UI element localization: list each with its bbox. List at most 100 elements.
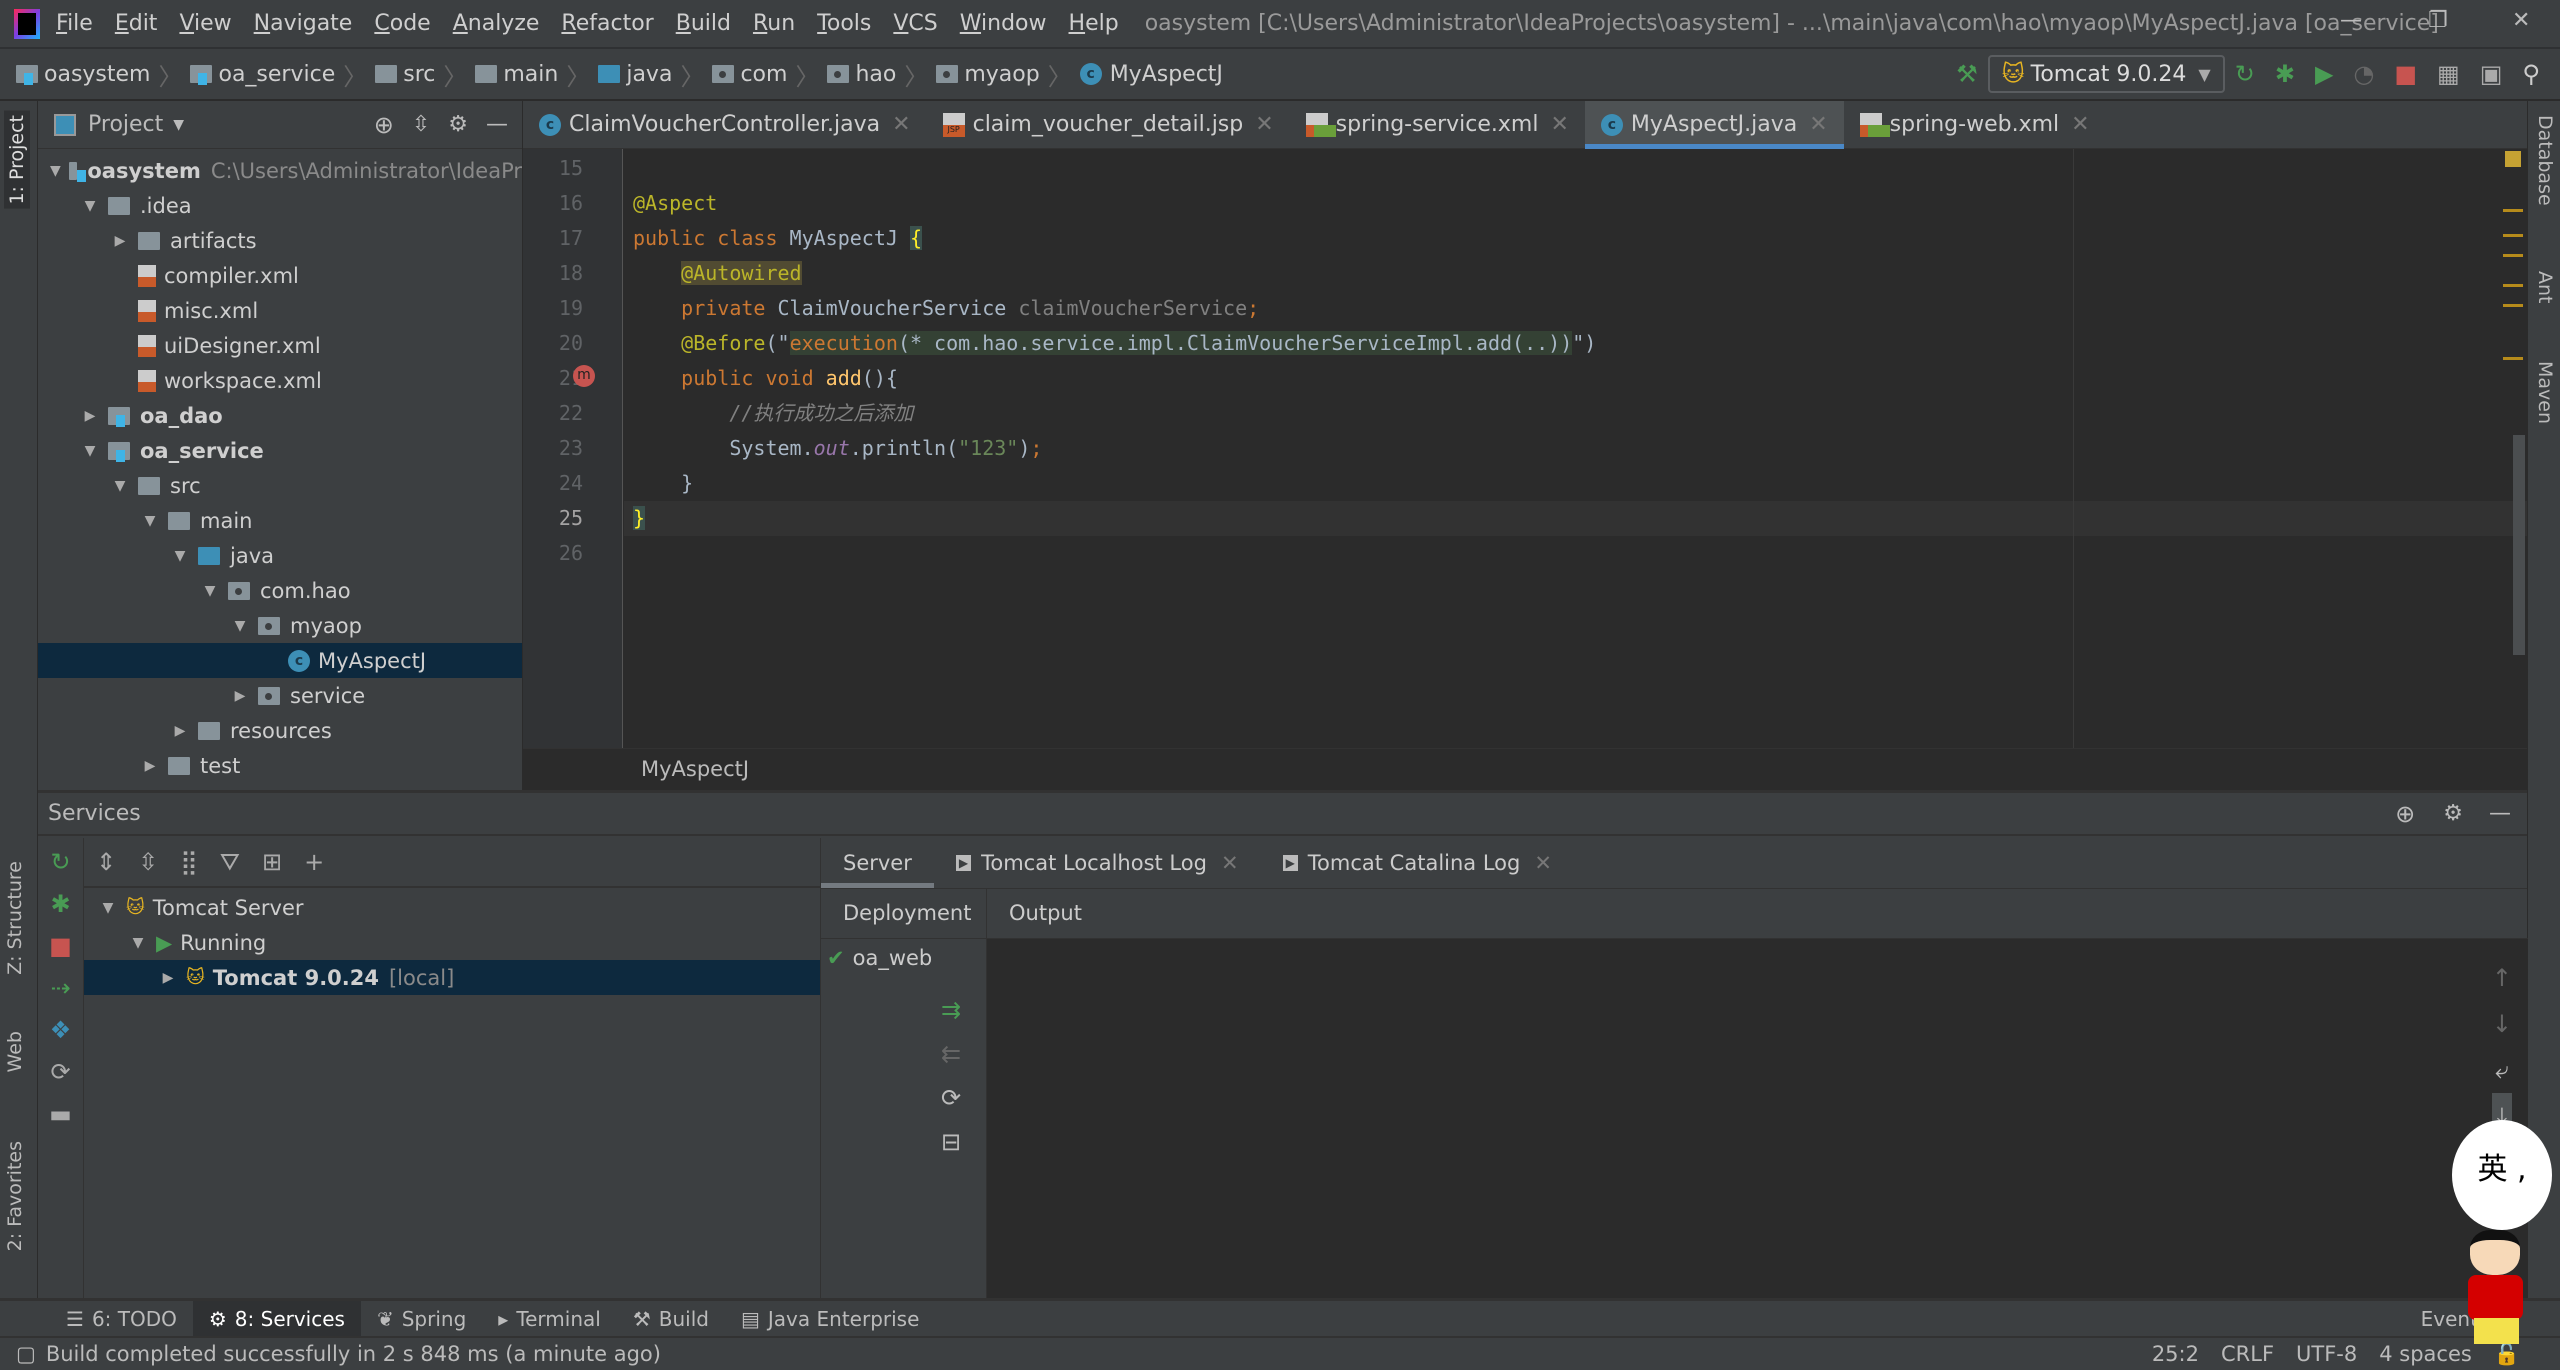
breadcrumb-item[interactable]: myaop 〉 [936, 57, 1079, 92]
deployment-item[interactable]: ✔ oa_web [821, 940, 986, 976]
toggle-tool-windows-icon[interactable]: ▢ [16, 1342, 36, 1366]
service-tab[interactable]: Server [821, 838, 934, 888]
tree-item[interactable]: ▼ oa_service [38, 433, 522, 468]
tree-item[interactable]: ▼ src [38, 468, 522, 503]
code-line[interactable]: private ClaimVoucherService claimVoucher… [633, 291, 1259, 326]
refresh-icon[interactable]: ⟳ [38, 1058, 83, 1086]
expanded-arrow-icon[interactable]: ▼ [230, 618, 250, 634]
tool-tab[interactable]: ▸ Terminal [482, 1301, 617, 1336]
soft-wrap-icon[interactable]: ⤶ [2492, 1047, 2512, 1093]
close-tab-icon[interactable]: ✕ [2071, 112, 2089, 137]
close-tab-icon[interactable]: ✕ [1221, 851, 1239, 875]
artifact-icon[interactable]: ❖ [38, 1016, 83, 1044]
collapsed-arrow-icon[interactable]: ▶ [110, 233, 130, 249]
breadcrumb-item[interactable]: c MyAspectJ [1079, 62, 1223, 87]
tree-item[interactable]: misc.xml [38, 293, 522, 328]
editor-tab[interactable]: claim_voucher_detail.jsp ✕ [927, 101, 1290, 149]
tree-item[interactable]: ▶ 🐱 Tomcat 9.0.24 [local] [84, 960, 820, 995]
gear-icon[interactable]: ⚙ [448, 112, 468, 137]
code-editor[interactable]: 15 16 17 18 19 20 21 22 23 24 25 26 m @Aspect public … [523, 149, 2527, 748]
status-message[interactable]: Build completed successfully in 2 s 848 … [46, 1342, 661, 1366]
collapsed-arrow-icon[interactable]: ▶ [80, 408, 100, 424]
filter-icon[interactable]: ⛛ [220, 848, 240, 876]
expanded-arrow-icon[interactable]: ▼ [140, 513, 160, 529]
breadcrumb-item[interactable]: oasystem 〉 [16, 57, 190, 92]
rerun-icon[interactable]: ↻ [2235, 60, 2255, 88]
tree-item[interactable]: ▶ test [38, 748, 522, 783]
deploy-icon[interactable]: ⇢ [38, 974, 83, 1002]
collapsed-arrow-icon[interactable]: ▶ [170, 723, 190, 739]
profile-icon[interactable]: ◔ [2353, 60, 2374, 88]
code-line[interactable]: public void add(){ [633, 361, 898, 396]
tree-item[interactable]: ▼ main [38, 503, 522, 538]
expanded-arrow-icon[interactable]: ▼ [80, 198, 100, 214]
close-icon[interactable]: ✕ [2512, 8, 2530, 33]
tool-tab-maven[interactable]: Maven [2534, 361, 2556, 424]
warning-indicator-icon[interactable] [2505, 151, 2521, 167]
deploy-icon[interactable]: ⇉ [941, 988, 961, 1032]
expand-all-icon[interactable]: ⇕ [96, 848, 116, 876]
tool-tab-project[interactable]: 1: Project [4, 111, 30, 209]
menu-help[interactable]: Help [1069, 11, 1119, 36]
tree-item[interactable]: uiDesigner.xml [38, 328, 522, 363]
close-tab-icon[interactable]: ✕ [1809, 112, 1827, 137]
project-view-selector[interactable]: Project [88, 112, 163, 137]
menu-navigate[interactable]: Navigate [254, 11, 353, 36]
breadcrumb-item[interactable]: com 〉 [712, 57, 827, 92]
arrow-down-icon[interactable]: ↓ [2492, 1001, 2512, 1047]
expanded-arrow-icon[interactable]: ▼ [98, 900, 118, 916]
breadcrumb-item[interactable]: src 〉 [375, 57, 475, 92]
editor-tab[interactable]: c ClaimVoucherController.java ✕ [523, 101, 927, 149]
code-line[interactable]: public class MyAspectJ { [633, 221, 923, 256]
debug-icon[interactable]: ✱ [38, 890, 83, 918]
stop-icon[interactable]: ■ [38, 932, 83, 960]
file-encoding[interactable]: UTF-8 [2296, 1342, 2357, 1366]
editor-tab[interactable]: c MyAspectJ.java ✕ [1584, 100, 1844, 149]
debug-icon[interactable]: ✱ [2275, 60, 2295, 88]
tool-tab[interactable]: ❦ Spring [361, 1301, 482, 1336]
menu-tools[interactable]: Tools [817, 11, 871, 36]
code-line[interactable]: //执行成功之后添加 [633, 396, 913, 431]
close-tab-icon[interactable]: ✕ [892, 112, 910, 137]
search-icon[interactable]: ⚲ [2522, 60, 2540, 88]
editor-scrollbar[interactable] [2513, 435, 2525, 655]
tool-tab-ant[interactable]: Ant [2534, 271, 2556, 304]
output-console[interactable]: ↑ ↓ ⤶ ⤓ [987, 939, 2528, 1301]
undeploy-icon[interactable]: ⇇ [941, 1032, 961, 1076]
tool-tab-web[interactable]: Web [4, 1031, 26, 1072]
menu-run[interactable]: Run [753, 11, 795, 36]
service-tab[interactable]: ▶ Tomcat Localhost Log ✕ [934, 838, 1261, 888]
arrow-up-icon[interactable]: ↑ [2492, 955, 2512, 1001]
expanded-arrow-icon[interactable]: ▼ [50, 163, 61, 179]
tool-tab[interactable]: ⚙ 8: Services [192, 1301, 361, 1336]
tree-item[interactable]: compiler.xml [38, 258, 522, 293]
locate-icon[interactable]: ⊕ [374, 111, 394, 139]
stop-icon[interactable]: ■ [2394, 60, 2417, 88]
service-tab[interactable]: ▶ Tomcat Catalina Log ✕ [1261, 838, 1574, 888]
menu-analyze[interactable]: Analyze [453, 11, 540, 36]
editor-tab[interactable]: spring-service.xml ✕ [1290, 101, 1585, 149]
layout-icon[interactable]: ▬ [38, 1100, 83, 1128]
collapsed-arrow-icon[interactable]: ▶ [230, 688, 250, 704]
subtab-output[interactable]: Output [987, 888, 1104, 939]
collapse-all-icon[interactable]: ⇳ [412, 112, 430, 137]
menu-code[interactable]: Code [374, 11, 430, 36]
tree-item[interactable]: ▶ resources [38, 713, 522, 748]
breadcrumb-item[interactable]: oa_service 〉 [190, 57, 375, 92]
hide-panel-icon[interactable]: — [486, 112, 508, 137]
method-gutter-icon[interactable]: m [573, 365, 595, 387]
expanded-arrow-icon[interactable]: ▼ [80, 443, 100, 459]
update-icon[interactable]: ⊟ [941, 1120, 961, 1164]
tool-tab[interactable]: ☰ 6: TODO [50, 1301, 193, 1336]
menu-edit[interactable]: Edit [115, 11, 158, 36]
gear-icon[interactable]: ⚙ [2443, 801, 2463, 826]
editor-tab[interactable]: spring-web.xml ✕ [1844, 101, 2106, 149]
tree-item[interactable]: c MyAspectJ [38, 643, 522, 678]
hide-panel-icon[interactable]: — [2489, 801, 2511, 826]
run-coverage-icon[interactable]: ▶ [2315, 60, 2333, 88]
close-tab-icon[interactable]: ✕ [1255, 112, 1273, 137]
close-tab-icon[interactable]: ✕ [1534, 851, 1552, 875]
tool-tab[interactable]: ▤ Java Enterprise [725, 1301, 935, 1336]
code-line[interactable]: } [633, 501, 646, 536]
tree-item[interactable]: ▶ service [38, 678, 522, 713]
